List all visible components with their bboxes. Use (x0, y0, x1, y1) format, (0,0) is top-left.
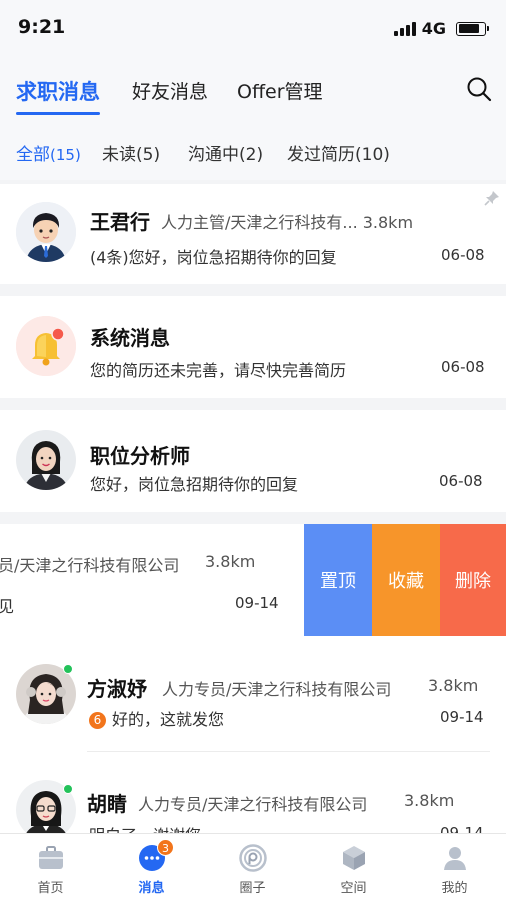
contact-distance: 3.8km (205, 552, 256, 571)
top-tab-bar: 求职消息 好友消息 Offer管理 (0, 56, 506, 126)
network-type: 4G (421, 19, 446, 38)
message-preview: 见 (0, 597, 15, 616)
contact-distance: 3.8km (404, 791, 455, 810)
filter-all[interactable]: 全部(15) (16, 140, 81, 165)
person-icon (441, 844, 469, 872)
message-date: 09-14 (235, 594, 279, 612)
message-preview: 好的，这就发您 (112, 710, 225, 729)
nav-label: 首页 (37, 881, 64, 896)
message-date: 06-08 (441, 358, 485, 376)
filter-unread[interactable]: 未读(5) (102, 140, 160, 165)
bell-icon (16, 316, 76, 376)
nav-space[interactable]: 空间 (303, 834, 404, 900)
tab-label: Offer管理 (237, 81, 323, 103)
favorite-button[interactable]: 收藏 (372, 524, 440, 636)
cube-icon (340, 844, 368, 872)
contact-distance: 3.8km (428, 676, 479, 695)
filter-label: 全部 (16, 145, 50, 165)
nav-label: 消息 (138, 881, 165, 896)
tab-active-underline (16, 112, 100, 115)
message-badge: 3 (157, 839, 174, 856)
filter-label: 未读(5) (102, 145, 161, 165)
message-date: 06-08 (439, 472, 483, 490)
favorite-button-label: 收藏 (388, 571, 424, 592)
briefcase-icon (37, 844, 65, 872)
conversation-item-system[interactable]: 系统消息 您的简历还未完善，请尽快完善简历 06-08 (0, 296, 506, 398)
contact-job: 人力专员/天津之行科技有限公司 (138, 795, 368, 814)
status-bar: 9:21 4G (0, 0, 506, 56)
filter-label: 沟通中(2) (188, 145, 264, 165)
pin-button-label: 置顶 (320, 571, 356, 592)
filter-in-progress[interactable]: 沟通中(2) (188, 140, 263, 165)
filter-count: (15) (50, 146, 81, 164)
contact-name: 胡睛 (87, 792, 127, 816)
message-date: 09-14 (440, 824, 484, 833)
delete-button[interactable]: 删除 (440, 524, 506, 636)
tab-offer-management[interactable]: Offer管理 (237, 77, 323, 104)
contact-name: 职位分析师 (90, 444, 190, 468)
conversation-item[interactable]: 职位分析师 您好，岗位急招期待你的回复 06-08 (0, 410, 506, 512)
message-preview: 您的简历还未完善，请尽快完善简历 (90, 361, 347, 380)
search-icon[interactable] (466, 76, 492, 102)
contact-name: 系统消息 (90, 326, 170, 350)
message-preview: (4条)您好，岗位急招期待你的回复 (90, 248, 337, 267)
message-date: 06-08 (441, 246, 485, 264)
tab-job-messages[interactable]: 求职消息 (16, 76, 100, 115)
battery-icon (456, 21, 489, 36)
tab-label: 求职消息 (16, 80, 100, 104)
message-preview: 明白了，谢谢您 (89, 822, 201, 833)
nav-home[interactable]: 首页 (0, 834, 101, 900)
unread-count-badge: 6 (89, 712, 106, 729)
tab-label: 好友消息 (132, 81, 209, 103)
signal-icon (393, 21, 416, 36)
pin-button[interactable]: 置顶 (304, 524, 372, 636)
filter-resume-sent[interactable]: 发过简历(10) (287, 140, 390, 165)
circle-p-icon (239, 844, 267, 872)
tab-friend-messages[interactable]: 好友消息 (132, 77, 208, 104)
conversation-item[interactable]: 方淑妤 人力专员/天津之行科技有限公司 3.8km 6 好的，这就发您 09-14 (0, 636, 506, 752)
avatar (16, 202, 76, 262)
contact-job: 员/天津之行科技有限公司 (0, 556, 180, 575)
contact-job: 人力主管/天津之行科技有... 3.8km (161, 213, 414, 232)
online-indicator (63, 784, 73, 794)
status-indicators: 4G (393, 19, 489, 38)
conversation-item[interactable]: 王君行 人力主管/天津之行科技有... 3.8km (4条)您好，岗位急招期待你… (0, 184, 506, 284)
online-indicator (63, 664, 73, 674)
conversation-item[interactable]: 胡睛 人力专员/天津之行科技有限公司 3.8km 明白了，谢谢您 09-14 (0, 752, 506, 833)
nav-messages[interactable]: 3 消息 (101, 834, 202, 900)
filter-bar: 全部(15) 未读(5) 沟通中(2) 发过简历(10) (0, 126, 506, 180)
bottom-nav: 首页 3 消息 圈子 空间 我的 (0, 833, 506, 900)
nav-label: 空间 (340, 881, 367, 896)
contact-name: 王君行 (90, 210, 150, 234)
filter-label: 发过简历(10) (287, 145, 390, 165)
delete-button-label: 删除 (455, 571, 491, 592)
nav-label: 我的 (441, 881, 468, 896)
nav-circle[interactable]: 圈子 (202, 834, 303, 900)
avatar (16, 430, 76, 490)
contact-job: 人力专员/天津之行科技有限公司 (162, 680, 392, 699)
message-preview: 您好，岗位急招期待你的回复 (90, 475, 299, 494)
message-date: 09-14 (440, 708, 484, 726)
conversation-item-swiped[interactable]: 员/天津之行科技有限公司 3.8km 见 09-14 置顶 收藏 删除 (0, 524, 506, 636)
status-time: 9:21 (18, 16, 66, 38)
nav-label: 圈子 (239, 881, 266, 896)
contact-name: 方淑妤 (87, 677, 147, 701)
pin-icon (484, 190, 500, 210)
nav-profile[interactable]: 我的 (404, 834, 505, 900)
message-preview-row: 6 好的，这就发您 (89, 706, 224, 730)
